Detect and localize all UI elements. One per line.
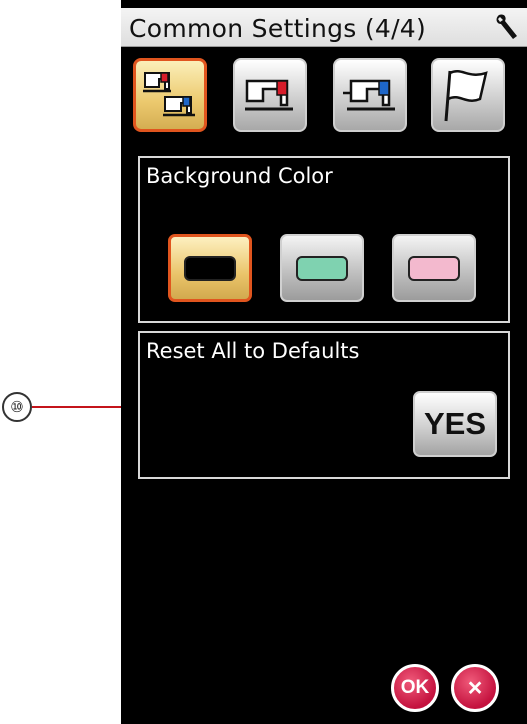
machine-red-icon [245, 79, 293, 111]
ok-button[interactable]: OK [391, 664, 439, 712]
flag-icon [444, 70, 488, 122]
reset-yes-button[interactable]: YES [413, 391, 497, 457]
page-title: Common Settings (4/4) [129, 14, 427, 43]
reset-defaults-title: Reset All to Defaults [146, 339, 360, 363]
close-button[interactable]: × [451, 664, 499, 712]
background-color-black-button[interactable] [168, 234, 252, 302]
two-machines-icon [143, 72, 195, 117]
green-color-chip [296, 255, 348, 281]
callout-number: ⑩ [2, 392, 32, 422]
tab-embroidery[interactable] [333, 58, 407, 132]
machine-blue-icon [343, 79, 395, 111]
pink-color-chip [408, 255, 460, 281]
tab-language[interactable] [431, 58, 505, 132]
black-color-chip [184, 255, 236, 281]
wrench-icon [496, 14, 517, 39]
tab-straight-stitch[interactable] [233, 58, 307, 132]
tab-machine-settings[interactable] [133, 58, 207, 132]
background-color-green-button[interactable] [280, 234, 364, 302]
background-color-pink-button[interactable] [392, 234, 476, 302]
background-color-title: Background Color [146, 164, 333, 188]
background-color-panel: Background Color [138, 156, 510, 323]
reset-defaults-panel: Reset All to Defaults YES [138, 331, 510, 479]
title-bar: Common Settings (4/4) [121, 8, 527, 47]
settings-screen: Common Settings (4/4) Background Color R… [121, 0, 527, 724]
settings-tabs [121, 58, 527, 134]
